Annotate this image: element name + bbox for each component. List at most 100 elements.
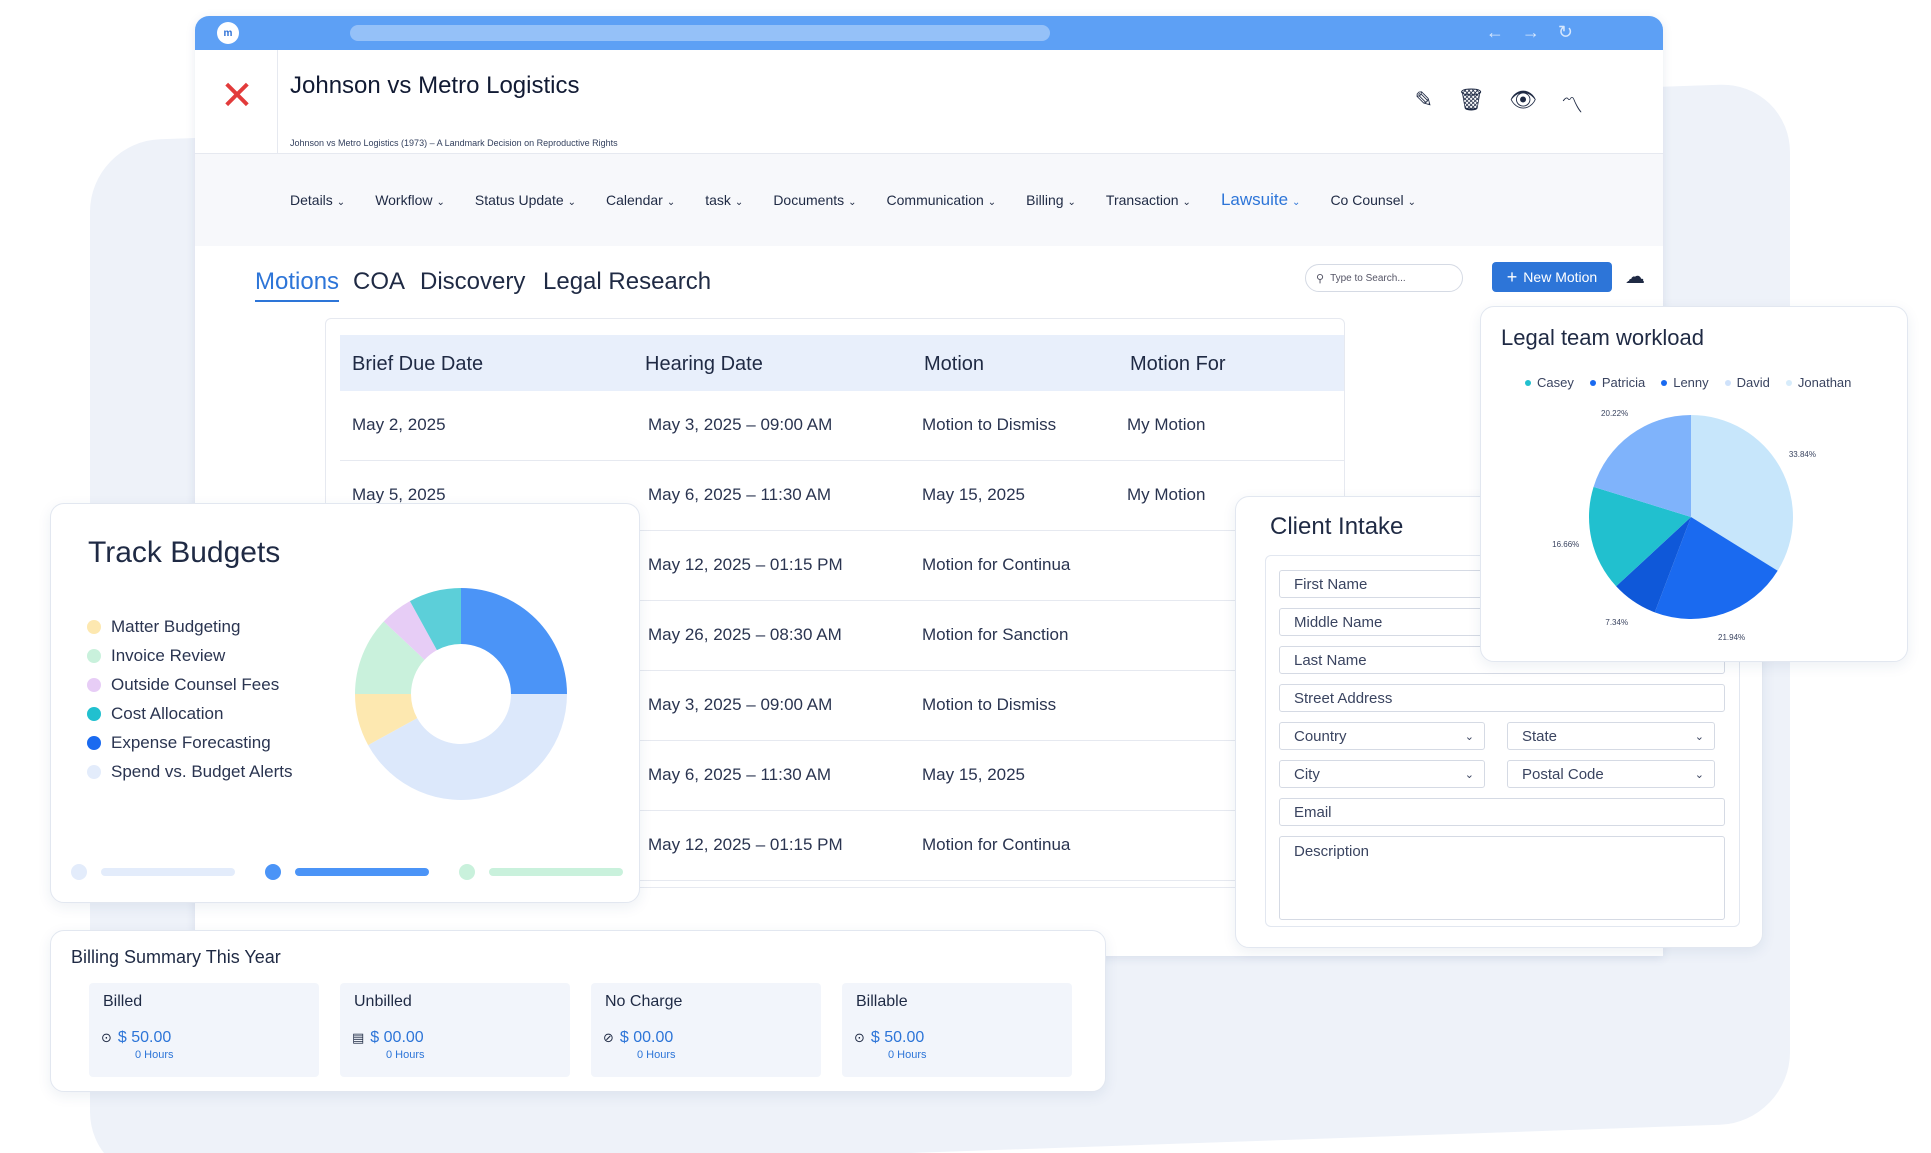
menu-item-task[interactable]: task ⌄: [705, 192, 743, 208]
carousel-dot-3[interactable]: [459, 864, 475, 880]
workload-title: Legal team workload: [1501, 325, 1705, 350]
menu-item-label: Workflow: [375, 192, 433, 208]
billing-title: Billing Summary This Year: [71, 947, 281, 967]
legend-dot: [87, 677, 101, 692]
legend-dot: [1525, 379, 1531, 386]
chevron-down-icon: ⌄: [1407, 197, 1416, 208]
header-hearing-date[interactable]: Hearing Date: [645, 353, 763, 376]
carousel-dot-1[interactable]: [71, 864, 87, 880]
trash-icon[interactable]: 🗑: [1457, 88, 1485, 120]
back-arrow-icon[interactable]: ←: [1486, 22, 1504, 43]
menu-item-billing[interactable]: Billing ⌄: [1026, 192, 1076, 208]
top-menu: Details ⌄ Workflow ⌄ Status Update ⌄ Calendar ⌄…: [195, 154, 1663, 246]
menu-item-co-counsel[interactable]: Co Counsel ⌄: [1330, 192, 1416, 208]
header-motion-for[interactable]: Motion For: [1130, 353, 1226, 376]
menu-item-label: Transaction: [1105, 192, 1179, 208]
chevron-down-icon: ⌄: [1464, 730, 1474, 743]
menu-item-calendar[interactable]: Calendar ⌄: [606, 192, 675, 208]
table-cell: May 15, 2025: [922, 765, 1026, 784]
table-cell: Motion to Dismiss: [922, 695, 1057, 714]
budget-legend-item: Spend vs. Budget Alerts: [87, 757, 292, 786]
pie-slice-label: 20.22%: [1601, 408, 1629, 418]
header-divider: [277, 50, 278, 154]
carousel-dot-2[interactable]: [265, 864, 281, 880]
header-motion[interactable]: Motion: [924, 353, 984, 376]
tab-legal-research[interactable]: Legal Research: [543, 268, 711, 296]
chevron-down-icon: ⌄: [1292, 197, 1301, 208]
forward-arrow-icon[interactable]: →: [1522, 22, 1540, 43]
legend-dot: [1661, 379, 1668, 386]
city-select[interactable]: City ⌄: [1279, 760, 1485, 788]
edit-pencil-icon[interactable]: ✎: [1415, 88, 1433, 120]
table-cell: Motion for Sanction: [922, 625, 1069, 644]
workload-legend-label: Patricia: [1601, 375, 1646, 390]
postal-code-select[interactable]: Postal Code ⌄: [1507, 760, 1715, 788]
billing-hours: 0 Hours: [386, 1049, 425, 1061]
billing-box-unbilled[interactable]: Unbilled ▤ $ 00.00 0 Hours: [340, 983, 570, 1077]
menu-item-communication[interactable]: Communication ⌄: [887, 192, 997, 208]
billing-hours: 0 Hours: [637, 1049, 676, 1061]
billing-box-billed[interactable]: Billed ⊙ $ 50.00 0 Hours: [89, 983, 319, 1077]
workload-legend-item: Casey: [1525, 375, 1574, 390]
legend-dot: [1785, 379, 1792, 386]
billing-label: Billed: [103, 993, 143, 1010]
postal-code-placeholder: Postal Code: [1522, 765, 1604, 783]
reload-icon[interactable]: ↻: [1558, 22, 1573, 43]
tab-motions[interactable]: Motions: [255, 268, 340, 302]
trend-chart-icon[interactable]: 〽: [1561, 88, 1583, 120]
browser-bar: m ← → ↻: [195, 16, 1663, 50]
menu-item-transaction[interactable]: Transaction ⌄: [1106, 192, 1191, 208]
url-bar[interactable]: [350, 25, 1050, 41]
header-brief-due-date[interactable]: Brief Due Date: [352, 353, 483, 376]
billing-box-no-charge[interactable]: No Charge ⊘ $ 00.00 0 Hours: [591, 983, 821, 1077]
chevron-down-icon: ⌄: [666, 197, 676, 208]
chevron-down-icon: ⌄: [436, 197, 445, 208]
tab-coa[interactable]: COA: [353, 268, 405, 296]
pie-slice-label: 7.34%: [1605, 618, 1629, 628]
workload-legend-item: David: [1724, 375, 1770, 390]
billing-label: Billable: [856, 993, 908, 1010]
donut-segment: [461, 588, 567, 694]
description-textarea[interactable]: Description: [1279, 836, 1725, 920]
country-placeholder: Country: [1294, 727, 1347, 745]
country-select[interactable]: Country ⌄: [1279, 722, 1485, 750]
chevron-down-icon: ⌄: [1464, 768, 1474, 781]
menu-item-documents[interactable]: Documents ⌄: [773, 192, 856, 208]
chevron-down-icon: ⌄: [848, 197, 857, 208]
state-select[interactable]: State ⌄: [1507, 722, 1715, 750]
menu-item-label: Details: [290, 192, 333, 208]
table-row[interactable]: May 2, 2025 May 3, 2025 – 09:00 AM Motion …: [340, 391, 1344, 461]
last-name-placeholder: Last Name: [1294, 651, 1367, 669]
menu-item-details[interactable]: Details ⌄: [290, 192, 345, 208]
carousel-bar-1: [101, 868, 235, 876]
view-eye-icon[interactable]: 👁: [1509, 88, 1537, 120]
workload-legend-item: Patricia: [1589, 375, 1646, 390]
cloud-upload-icon[interactable]: ☁: [1625, 264, 1645, 288]
street-address-field[interactable]: Street Address: [1279, 684, 1725, 712]
case-title: Johnson vs Metro Logistics: [290, 72, 580, 99]
legal-team-workload-card: Legal team workload Casey Patricia Lenny Da…: [1480, 306, 1908, 662]
close-icon[interactable]: ✕: [219, 76, 255, 116]
workload-legend-item: Jonathan: [1785, 375, 1851, 390]
tab-discovery[interactable]: Discovery: [420, 268, 525, 296]
middle-name-placeholder: Middle Name: [1294, 613, 1383, 631]
menu-item-status-update[interactable]: Status Update ⌄: [475, 192, 576, 208]
legend-dot: [87, 706, 101, 721]
menu-item-workflow[interactable]: Workflow ⌄: [375, 192, 445, 208]
budget-legend-item: Outside Counsel Fees: [87, 670, 292, 699]
chevron-down-icon: ⌄: [1067, 197, 1076, 208]
table-cell: Motion for Continua: [922, 835, 1071, 854]
menu-item-lawsuite[interactable]: Lawsuite ⌄: [1221, 190, 1301, 210]
workload-legend-label: Casey: [1537, 375, 1574, 390]
billing-box-billable[interactable]: Billable ⊙ $ 50.00 0 Hours: [842, 983, 1072, 1077]
billing-amount: ⊙ $ 50.00: [101, 1029, 171, 1047]
table-cell: May 3, 2025 – 09:00 AM: [648, 695, 833, 714]
new-motion-button[interactable]: + New Motion: [1492, 262, 1612, 292]
budget-legend-label: Outside Counsel Fees: [111, 674, 280, 694]
billing-amount: ⊘ $ 00.00: [603, 1029, 673, 1047]
street-address-placeholder: Street Address: [1294, 689, 1393, 707]
search-input[interactable]: ⚲ Type to Search...: [1305, 264, 1463, 292]
pie-slice-label: 21.94%: [1718, 633, 1746, 643]
budget-legend-label: Cost Allocation: [111, 703, 224, 723]
email-field[interactable]: Email: [1279, 798, 1725, 826]
